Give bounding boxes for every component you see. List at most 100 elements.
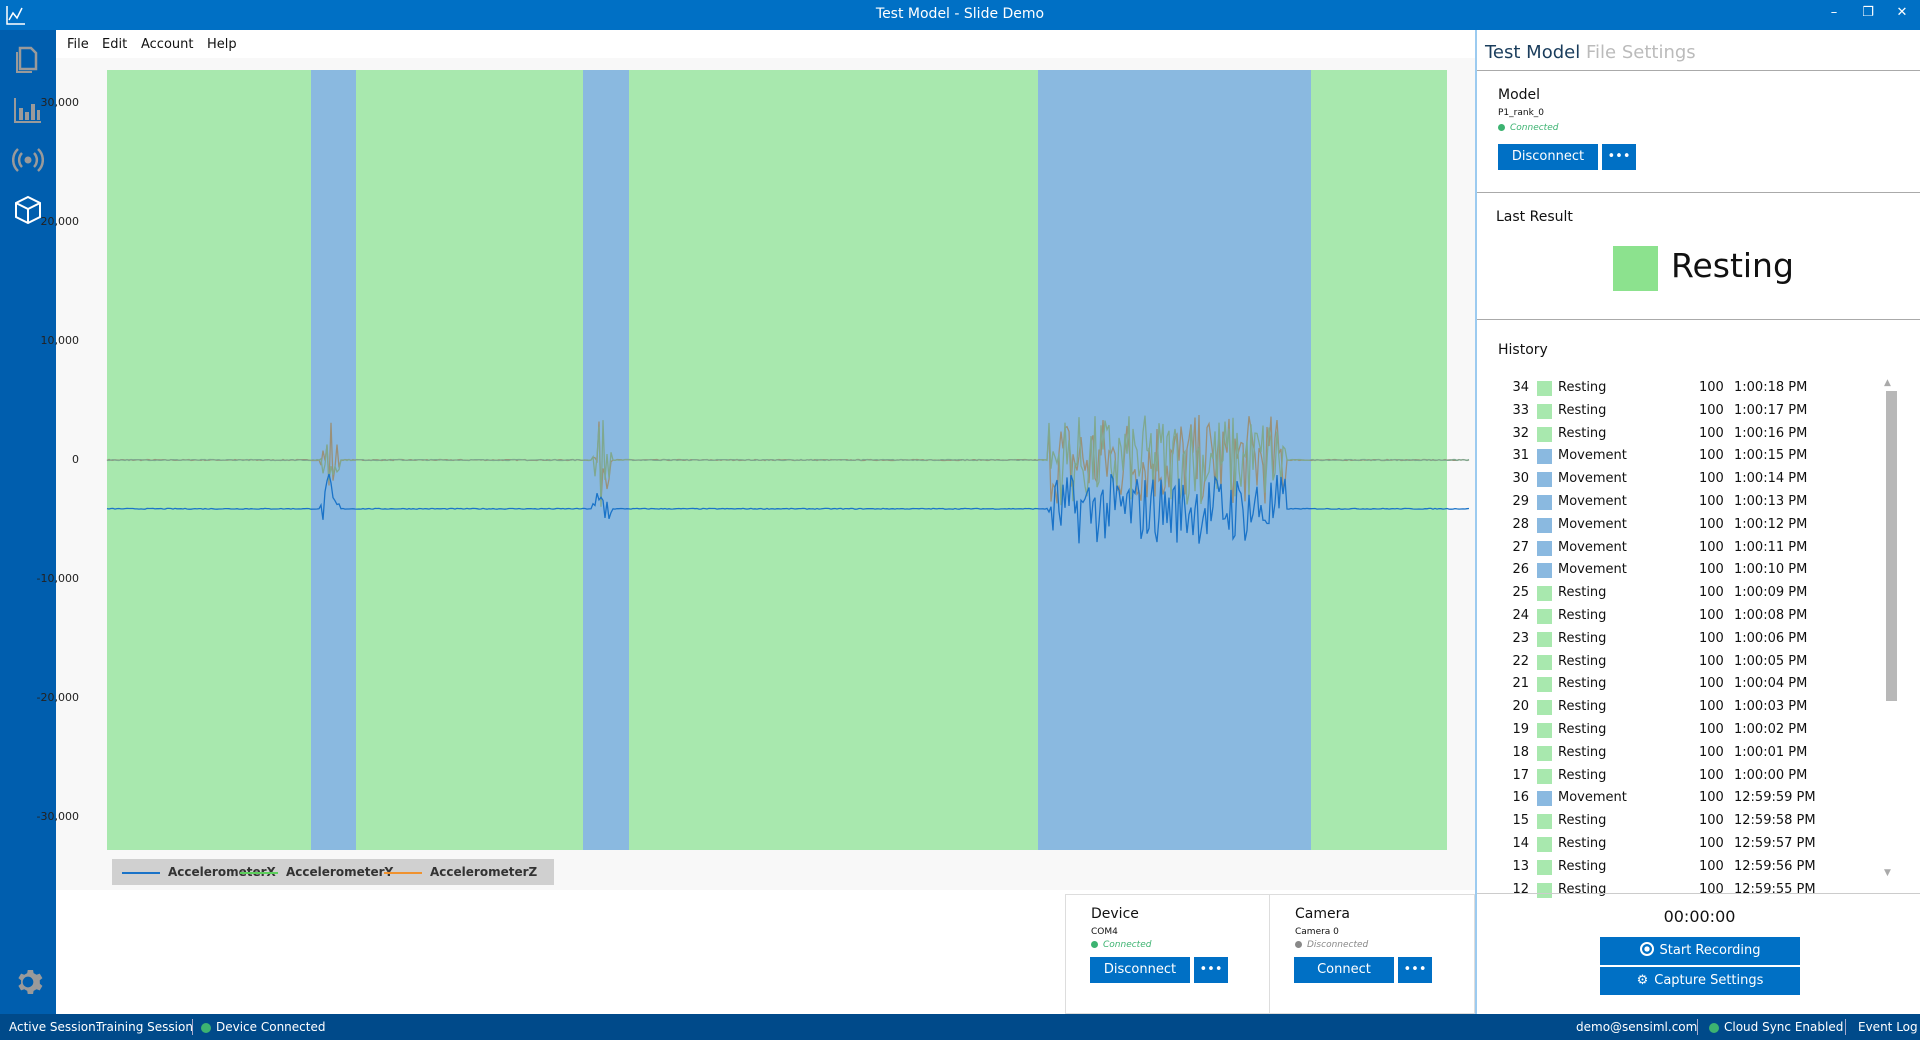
tab-file-settings[interactable]: File Settings: [1586, 42, 1696, 63]
history-time: 1:00:16 PM: [1734, 425, 1808, 441]
start-recording-button[interactable]: Start Recording: [1600, 937, 1800, 965]
device-more-button[interactable]: •••: [1194, 957, 1228, 983]
right-panel: Test Model File Settings Model P1_rank_0…: [1475, 30, 1920, 1014]
history-index: 30: [1512, 471, 1529, 487]
camera-more-button[interactable]: •••: [1398, 957, 1432, 983]
history-swatch: [1537, 426, 1552, 442]
history-row[interactable]: 17 Resting 100 1:00:00 PM: [1477, 766, 1877, 788]
history-row[interactable]: 16 Movement 100 12:59:59 PM: [1477, 788, 1877, 810]
model-heading: Model: [1498, 87, 1541, 103]
history-row[interactable]: 23 Resting 100 1:00:06 PM: [1477, 629, 1877, 651]
camera-connect-button[interactable]: Connect: [1294, 957, 1394, 983]
history-time: 12:59:59 PM: [1734, 790, 1816, 806]
divider: [1477, 319, 1920, 320]
history-row[interactable]: 15 Resting 100 12:59:58 PM: [1477, 811, 1877, 833]
divider: [1477, 192, 1920, 193]
restore-button[interactable]: ❐: [1858, 5, 1878, 20]
history-swatch: [1537, 654, 1552, 670]
history-row[interactable]: 28 Movement 100 1:00:12 PM: [1477, 515, 1877, 537]
history-index: 22: [1512, 653, 1529, 669]
history-swatch: [1537, 700, 1552, 716]
history-swatch: [1537, 859, 1552, 875]
history-row[interactable]: 22 Resting 100 1:00:05 PM: [1477, 652, 1877, 674]
history-scrollbar[interactable]: [1886, 391, 1897, 701]
menu-file[interactable]: File: [67, 37, 89, 52]
broadcast-icon[interactable]: [12, 144, 44, 176]
history-swatch: [1537, 882, 1552, 898]
history-confidence: 100: [1699, 722, 1724, 737]
scroll-up-icon[interactable]: ▲: [1884, 378, 1891, 388]
history-confidence: 100: [1699, 630, 1724, 646]
history-swatch: [1537, 677, 1552, 693]
last-result-heading: Last Result: [1496, 209, 1573, 225]
history-label: Resting: [1558, 585, 1607, 601]
history-confidence: 100: [1699, 790, 1724, 806]
window-title: Test Model - Slide Demo: [875, 6, 1045, 22]
chart-plot[interactable]: [56, 58, 1475, 858]
history-swatch: [1537, 381, 1552, 396]
history-row[interactable]: 12 Resting 100 12:59:55 PM: [1477, 880, 1877, 902]
minimize-button[interactable]: –: [1824, 5, 1844, 20]
history-index: 26: [1512, 562, 1529, 578]
history-swatch: [1537, 837, 1552, 852]
event-log-link[interactable]: Event Log: [1858, 1020, 1918, 1034]
history-list: 34 Resting 100 1:00:18 PM 33 Resting 100 …: [1477, 376, 1877, 914]
history-confidence: 100: [1699, 516, 1724, 532]
account-email[interactable]: demo@sensiml.com: [1576, 1020, 1697, 1034]
recording-timer: 00:00:00: [1663, 907, 1736, 926]
menu-account[interactable]: Account: [141, 37, 194, 52]
model-more-button[interactable]: •••: [1602, 144, 1636, 170]
history-swatch: [1537, 768, 1552, 784]
history-time: 12:59:57 PM: [1734, 836, 1816, 851]
model-disconnect-button[interactable]: Disconnect: [1498, 144, 1598, 170]
history-row[interactable]: 20 Resting 100 1:00:03 PM: [1477, 697, 1877, 719]
history-row[interactable]: 26 Movement 100 1:00:10 PM: [1477, 560, 1877, 582]
separator: [192, 1019, 193, 1035]
history-row[interactable]: 34 Resting 100 1:00:18 PM: [1477, 378, 1877, 400]
history-time: 1:00:00 PM: [1734, 767, 1808, 783]
history-label: Resting: [1558, 653, 1607, 669]
last-result-label: Resting: [1671, 246, 1794, 285]
history-row[interactable]: 29 Movement 100 1:00:13 PM: [1477, 492, 1877, 514]
history-label: Resting: [1558, 722, 1607, 737]
device-disconnect-button[interactable]: Disconnect: [1090, 957, 1190, 983]
close-button[interactable]: ✕: [1892, 5, 1912, 20]
menu-help[interactable]: Help: [207, 37, 237, 52]
history-row[interactable]: 19 Resting 100 1:00:02 PM: [1477, 720, 1877, 742]
gear-icon[interactable]: [12, 966, 44, 998]
session-name[interactable]: Training Session: [96, 1020, 193, 1034]
history-row[interactable]: 27 Movement 100 1:00:11 PM: [1477, 538, 1877, 560]
history-row[interactable]: 31 Movement 100 1:00:15 PM: [1477, 446, 1877, 468]
history-row[interactable]: 30 Movement 100 1:00:14 PM: [1477, 469, 1877, 491]
history-time: 1:00:08 PM: [1734, 608, 1808, 623]
history-swatch: [1537, 449, 1552, 465]
tab-test-model[interactable]: Test Model: [1485, 42, 1580, 63]
history-row[interactable]: 21 Resting 100 1:00:04 PM: [1477, 674, 1877, 696]
history-label: Movement: [1558, 562, 1627, 578]
history-time: 1:00:09 PM: [1734, 585, 1808, 601]
history-label: Resting: [1558, 813, 1607, 829]
history-time: 1:00:18 PM: [1734, 380, 1808, 395]
sensor-chart: 30,000 20,000 10,000 0 -10,000 -20,000 -30,000…: [37, 58, 1475, 890]
history-label: Resting: [1558, 380, 1607, 395]
history-row[interactable]: 24 Resting 100 1:00:08 PM: [1477, 606, 1877, 628]
history-time: 1:00:02 PM: [1734, 722, 1808, 737]
history-swatch: [1537, 403, 1552, 419]
history-row[interactable]: 14 Resting 100 12:59:57 PM: [1477, 834, 1877, 856]
history-row[interactable]: 13 Resting 100 12:59:56 PM: [1477, 857, 1877, 879]
history-label: Resting: [1558, 676, 1607, 692]
history-row[interactable]: 18 Resting 100 1:00:01 PM: [1477, 743, 1877, 765]
history-row[interactable]: 33 Resting 100 1:00:17 PM: [1477, 401, 1877, 423]
history-row[interactable]: 25 Resting 100 1:00:09 PM: [1477, 583, 1877, 605]
camera-card: Camera Camera 0 Disconnected Connect •••: [1269, 894, 1475, 1014]
scroll-down-icon[interactable]: ▼: [1884, 868, 1891, 878]
history-swatch: [1537, 631, 1552, 647]
history-row[interactable]: 32 Resting 100 1:00:16 PM: [1477, 424, 1877, 446]
legend-item-z[interactable]: AccelerometerZ: [384, 865, 537, 879]
legend-item-y[interactable]: AccelerometerY: [240, 865, 393, 879]
history-index: 23: [1512, 630, 1529, 646]
history-label: Resting: [1558, 630, 1607, 646]
capture-settings-button[interactable]: ⚙ Capture Settings: [1600, 967, 1800, 995]
document-icon[interactable]: [12, 44, 44, 76]
menu-edit[interactable]: Edit: [102, 37, 127, 52]
